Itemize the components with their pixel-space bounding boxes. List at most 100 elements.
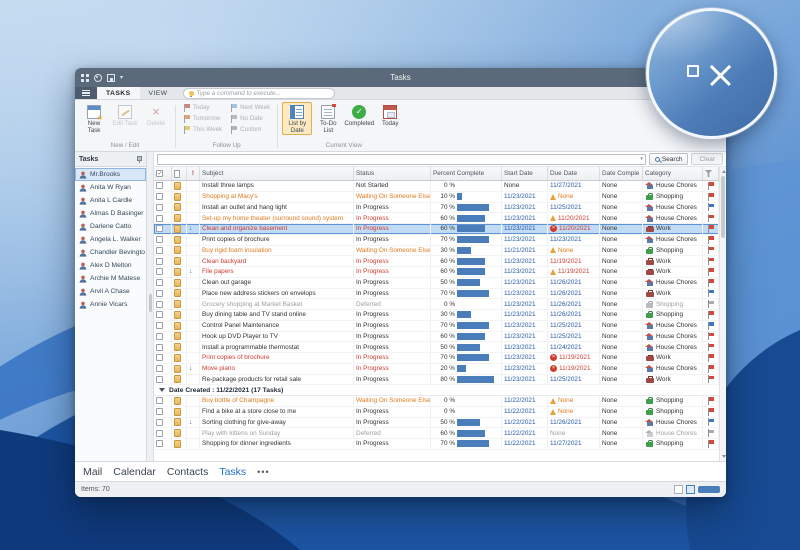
nav-contacts[interactable]: Contacts bbox=[167, 466, 208, 478]
task-row[interactable]: Shopping for dinner ingredientsIn Progre… bbox=[154, 439, 719, 450]
nav-mail[interactable]: Mail bbox=[83, 466, 102, 478]
sidebar-header[interactable]: Tasks bbox=[75, 152, 146, 167]
task-row[interactable]: Re-package products for retail saleIn Pr… bbox=[154, 375, 719, 386]
new-task-button[interactable]: New Task bbox=[79, 102, 109, 135]
view-toggle-active-icon[interactable] bbox=[686, 485, 695, 494]
row-checkbox[interactable] bbox=[156, 247, 163, 254]
row-checkbox[interactable] bbox=[156, 376, 163, 383]
flag-icon[interactable] bbox=[707, 182, 715, 190]
row-checkbox[interactable] bbox=[156, 408, 163, 415]
sidebar-item[interactable]: Anita W Ryan bbox=[75, 181, 146, 194]
grid-scrollbar[interactable] bbox=[719, 167, 726, 461]
flag-icon[interactable] bbox=[707, 203, 715, 211]
app-icon[interactable] bbox=[81, 74, 89, 82]
task-row[interactable]: ↓File papersIn Progress60 %11/23/202111/… bbox=[154, 267, 719, 278]
task-row[interactable]: Hook up DVD Player to TVIn Progress60 %1… bbox=[154, 332, 719, 343]
flag-icon[interactable] bbox=[707, 408, 715, 416]
task-row[interactable]: Grocery shopping at Market BasketDeferre… bbox=[154, 299, 719, 310]
nav-calendar[interactable]: Calendar bbox=[113, 466, 156, 478]
row-checkbox[interactable] bbox=[156, 182, 163, 189]
flag-icon[interactable] bbox=[707, 429, 715, 437]
flag-icon[interactable] bbox=[707, 268, 715, 276]
completed-view-button[interactable]: ✓ Completed bbox=[344, 102, 374, 128]
group-row[interactable]: Date Created : 11/22/2021 (17 Tasks) bbox=[154, 385, 719, 396]
filter-icon[interactable] bbox=[705, 170, 712, 177]
row-checkbox[interactable] bbox=[156, 354, 163, 361]
nav-more-button[interactable]: ••• bbox=[257, 467, 269, 477]
scrollbar-thumb[interactable] bbox=[721, 176, 725, 238]
icon-column-header[interactable] bbox=[172, 167, 187, 180]
task-row[interactable]: Buy bottle of ChampagneWaiting On Someon… bbox=[154, 396, 719, 407]
flag-icon[interactable] bbox=[707, 375, 715, 383]
select-all-checkbox[interactable] bbox=[156, 170, 163, 177]
tab-view[interactable]: VIEW bbox=[140, 87, 177, 99]
flag-icon[interactable] bbox=[707, 354, 715, 362]
sidebar-item[interactable]: Chandler Bevington bbox=[75, 246, 146, 259]
row-checkbox[interactable] bbox=[156, 258, 163, 265]
row-checkbox[interactable] bbox=[156, 290, 163, 297]
search-button[interactable]: Search bbox=[649, 153, 689, 165]
task-row[interactable]: Clean out garageIn Progress50 %11/23/202… bbox=[154, 278, 719, 289]
task-row[interactable]: Install an outlet and hang lightIn Progr… bbox=[154, 203, 719, 214]
followup-tomorrow-button[interactable]: Tomorrow bbox=[180, 113, 225, 124]
row-checkbox[interactable] bbox=[156, 440, 163, 447]
splitter[interactable] bbox=[147, 152, 154, 461]
list-by-date-button[interactable]: List by Date bbox=[282, 102, 312, 135]
task-row[interactable]: Print copies of brochureIn Progress70 %1… bbox=[154, 235, 719, 246]
edit-task-button[interactable]: Edit Task bbox=[110, 102, 140, 128]
tab-tasks[interactable]: TASKS bbox=[97, 87, 140, 99]
sidebar-item[interactable]: Annie Vicars bbox=[75, 298, 146, 311]
row-checkbox[interactable] bbox=[156, 430, 163, 437]
flag-icon[interactable] bbox=[707, 365, 715, 373]
sidebar-item[interactable]: Mr.Brooks bbox=[75, 168, 146, 181]
sidebar-item[interactable]: Anita L Cardle bbox=[75, 194, 146, 207]
row-checkbox[interactable] bbox=[156, 225, 163, 232]
task-row[interactable]: Install a programmable thermostatIn Prog… bbox=[154, 342, 719, 353]
sidebar-item[interactable]: Almas D Basinger bbox=[75, 207, 146, 220]
titlebar[interactable]: ▾ Tasks ─ × bbox=[75, 68, 726, 87]
task-row[interactable]: Print copies of brochureIn Progress70 %1… bbox=[154, 353, 719, 364]
view-toggle-icon[interactable] bbox=[674, 485, 683, 494]
flag-icon[interactable] bbox=[707, 279, 715, 287]
flag-icon[interactable] bbox=[707, 193, 715, 201]
start-date-column-header[interactable]: Start Date bbox=[502, 167, 548, 180]
sidebar-item[interactable]: Angela L. Walker bbox=[75, 233, 146, 246]
clear-button[interactable]: Clear bbox=[691, 153, 723, 165]
scroll-up-icon[interactable] bbox=[722, 170, 726, 173]
flag-icon[interactable] bbox=[707, 311, 715, 319]
zoom-indicator[interactable] bbox=[698, 486, 720, 493]
followup-next-week-button[interactable]: Next Week bbox=[227, 102, 273, 113]
scroll-down-icon[interactable] bbox=[722, 455, 726, 458]
task-row[interactable]: Buy dining table and TV stand onlineIn P… bbox=[154, 310, 719, 321]
date-complete-column-header[interactable]: Date Comple bbox=[600, 167, 643, 180]
task-row[interactable]: Play with kittens on SundayDeferred60 %1… bbox=[154, 428, 719, 439]
toolbar-caret-icon[interactable]: ▾ bbox=[120, 74, 123, 82]
row-checkbox[interactable] bbox=[156, 397, 163, 404]
row-checkbox[interactable] bbox=[156, 215, 163, 222]
pin-icon[interactable] bbox=[135, 155, 142, 163]
task-row[interactable]: ↓Sorting clothing for give-awayIn Progre… bbox=[154, 418, 719, 429]
flag-icon[interactable] bbox=[707, 322, 715, 330]
task-row[interactable]: ↓Move pianoIn Progress20 %11/23/2021×11/… bbox=[154, 364, 719, 375]
flag-icon[interactable] bbox=[707, 332, 715, 340]
todo-list-button[interactable]: To-Do List bbox=[313, 102, 343, 135]
subject-column-header[interactable]: Subject bbox=[200, 167, 354, 180]
followup-today-button[interactable]: Today bbox=[180, 102, 225, 113]
task-row[interactable]: Control Panel MaintenanceIn Progress70 %… bbox=[154, 321, 719, 332]
row-checkbox[interactable] bbox=[156, 365, 163, 372]
task-row[interactable]: Set-up my home theater (surround sound) … bbox=[154, 213, 719, 224]
task-row[interactable]: Shopping at Macy'sWaiting On Someone Els… bbox=[154, 192, 719, 203]
flag-icon[interactable] bbox=[707, 343, 715, 351]
flag-icon[interactable] bbox=[707, 300, 715, 308]
flag-icon[interactable] bbox=[707, 397, 715, 405]
task-row[interactable]: Buy rigid foam insulationWaiting On Some… bbox=[154, 246, 719, 257]
collapse-icon[interactable] bbox=[159, 388, 165, 392]
flag-icon[interactable] bbox=[707, 225, 715, 233]
file-menu-button[interactable] bbox=[75, 87, 97, 99]
followup-this-week-button[interactable]: This Week bbox=[180, 124, 225, 135]
search-input[interactable] bbox=[158, 156, 640, 163]
flag-icon[interactable] bbox=[707, 257, 715, 265]
sidebar-item[interactable]: Archie M Matese bbox=[75, 272, 146, 285]
row-checkbox[interactable] bbox=[156, 268, 163, 275]
priority-column-header[interactable]: ! bbox=[187, 167, 200, 180]
